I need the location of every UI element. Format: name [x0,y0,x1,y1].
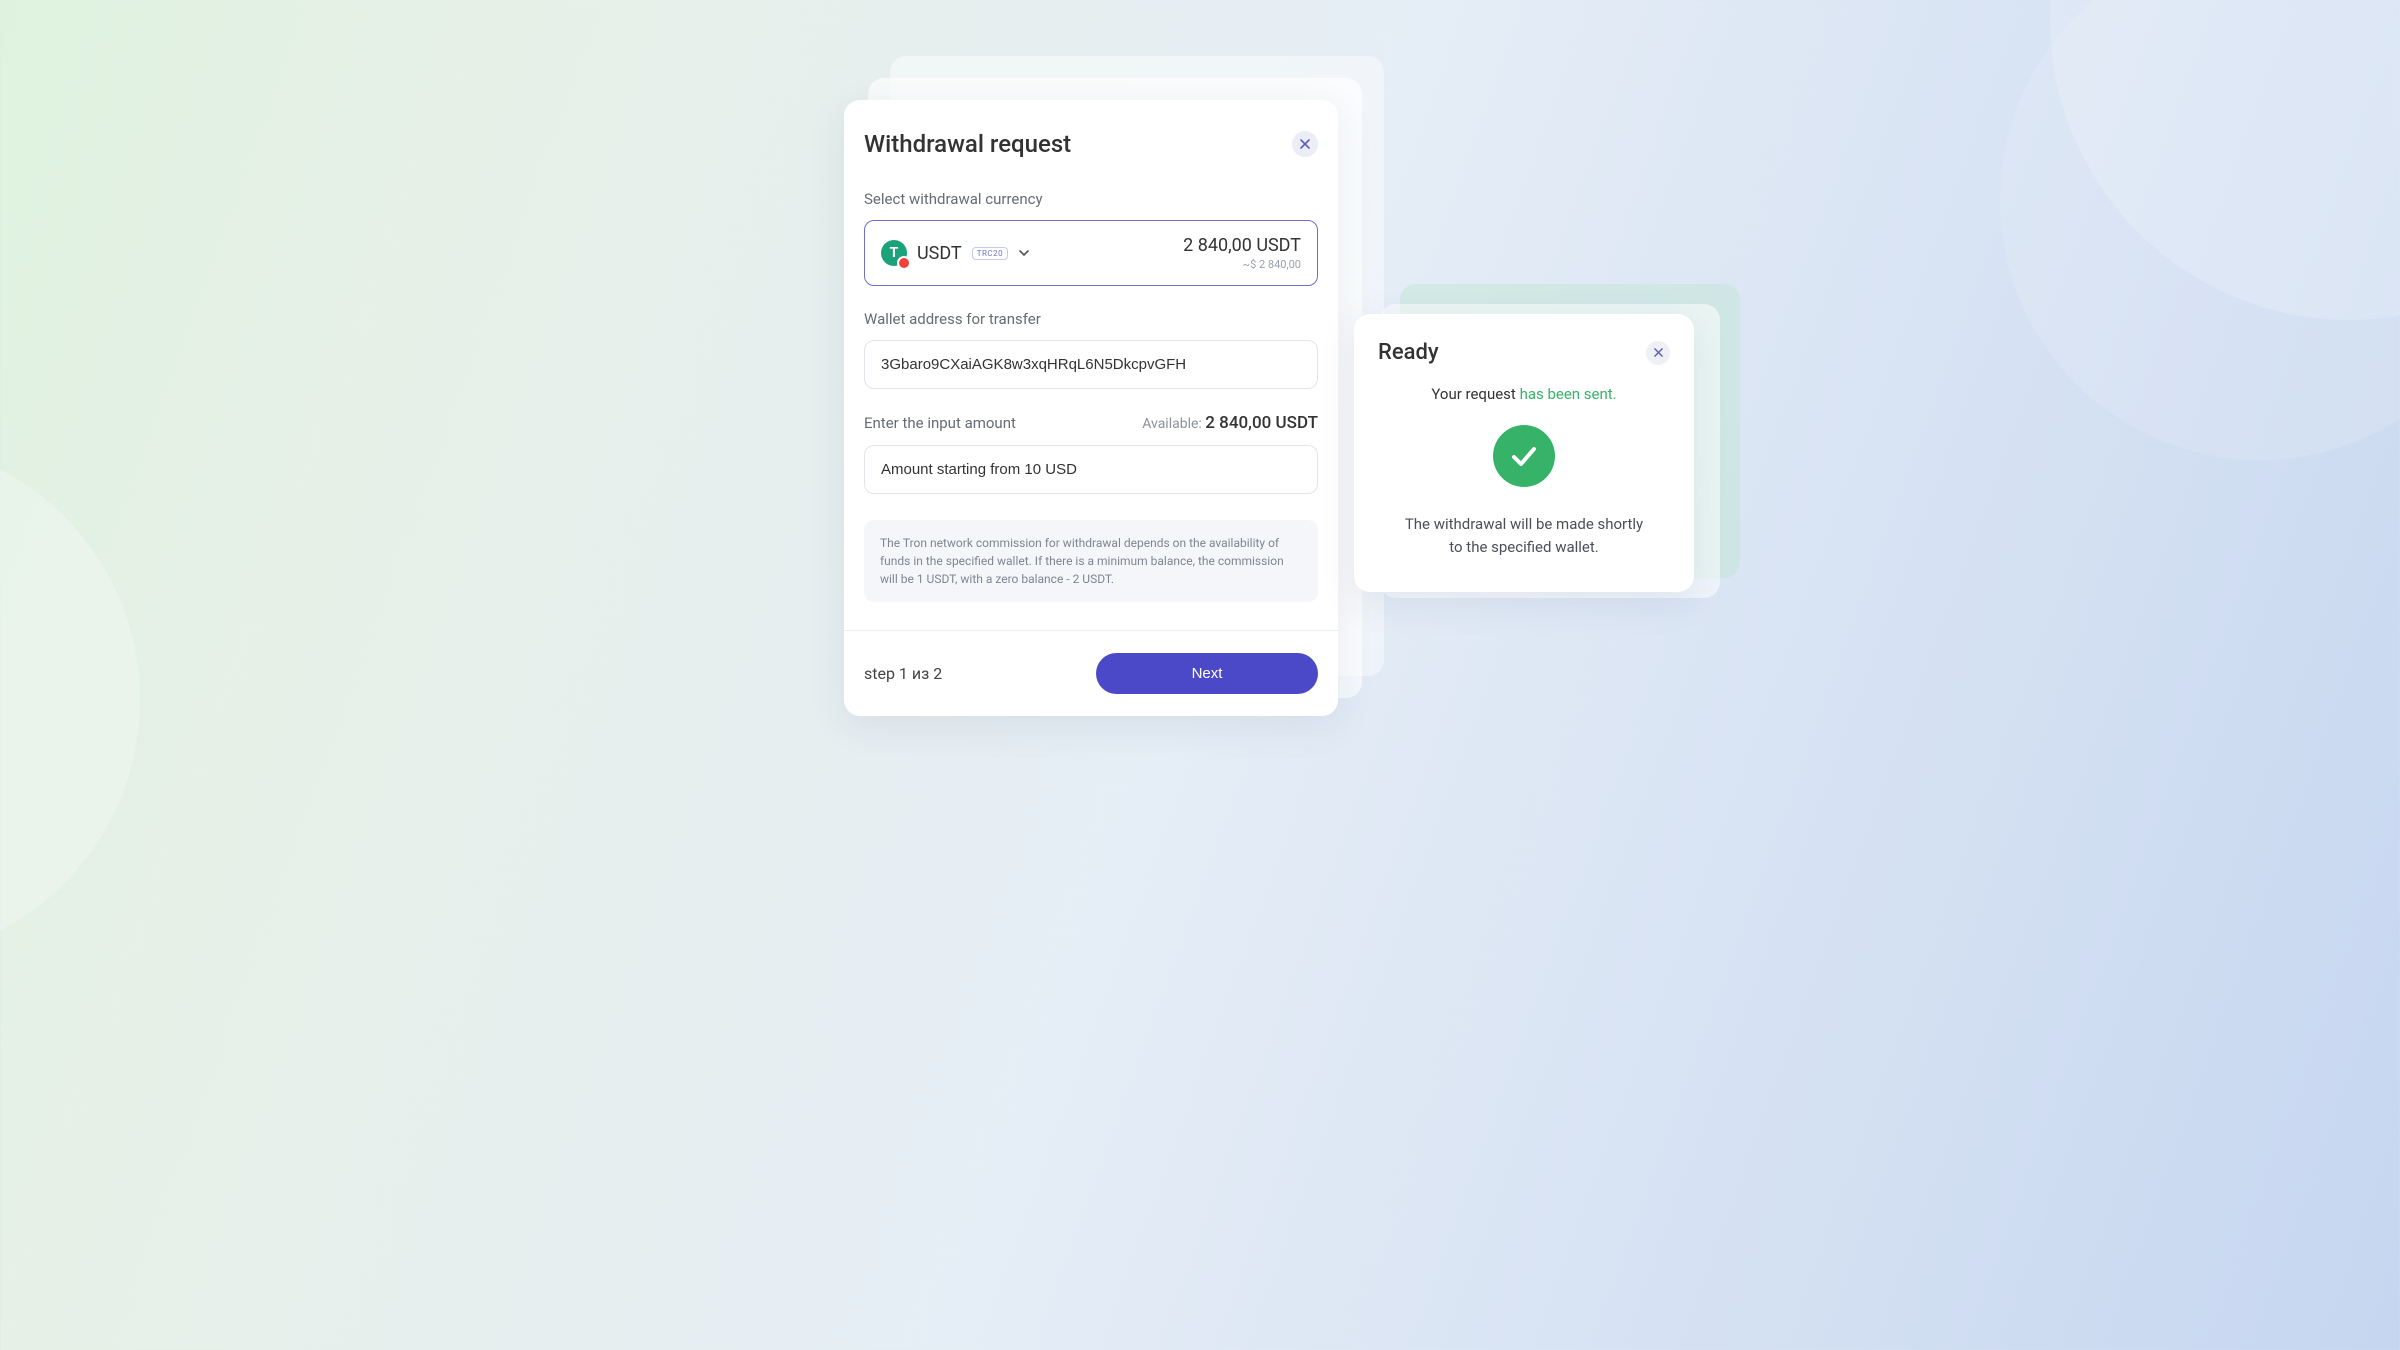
bg-decoration [2000,0,2400,460]
currency-balance: 2 840,00 USDT ~$ 2 840,00 [1183,235,1301,271]
ready-description-line1: The withdrawal will be made shortly [1378,513,1670,536]
close-button[interactable] [1292,131,1318,157]
usdt-trc20-icon: T [881,240,907,266]
bg-decoration [2050,0,2400,320]
currency-symbol: USDT [917,243,962,264]
card-header: Ready [1378,340,1670,365]
close-button[interactable] [1646,341,1670,365]
ready-description: The withdrawal will be made shortly to t… [1378,513,1670,558]
card-title: Ready [1378,340,1439,365]
ready-description-line2: to the specified wallet. [1378,536,1670,559]
currency-selected: T USDT TRC20 [881,240,1030,266]
commission-note: The Tron network commission for withdraw… [864,520,1318,602]
amount-header-row: Enter the input amount Available: 2 840,… [864,413,1318,433]
close-icon [1654,348,1663,357]
balance-fiat: ~$ 2 840,00 [1183,258,1301,271]
amount-label: Enter the input amount [864,414,1016,432]
next-button[interactable]: Next [1096,653,1318,694]
bg-decoration [0,440,140,960]
card-footer: step 1 из 2 Next [844,630,1338,696]
balance-amount: 2 840,00 USDT [1183,235,1301,256]
available-balance: Available: 2 840,00 USDT [1142,413,1318,433]
network-dot-icon [897,256,911,270]
card-header: Withdrawal request [864,130,1318,176]
success-check-icon [1493,425,1555,487]
available-label: Available: [1142,416,1202,432]
wallet-address-input[interactable] [881,356,1301,373]
ready-card: Ready Your request has been sent. The wi… [1354,314,1694,592]
withdrawal-request-card: Withdrawal request Select withdrawal cur… [844,100,1338,716]
chevron-down-icon [1018,244,1030,263]
currency-label: Select withdrawal currency [864,190,1318,208]
step-indicator: step 1 из 2 [864,664,942,683]
wallet-label: Wallet address for transfer [864,310,1318,328]
amount-field[interactable] [864,445,1318,494]
card-title: Withdrawal request [864,130,1071,158]
ready-message: Your request has been sent. [1378,385,1670,403]
close-icon [1300,139,1310,149]
wallet-address-field[interactable] [864,340,1318,389]
amount-input[interactable] [881,461,1301,478]
network-badge: TRC20 [972,247,1008,260]
currency-selector[interactable]: T USDT TRC20 2 840,00 USDT ~$ 2 840,00 [864,220,1318,286]
available-value: 2 840,00 USDT [1205,413,1318,433]
ready-message-prefix: Your request [1431,385,1519,403]
ready-message-highlight: has been sent. [1520,385,1617,403]
